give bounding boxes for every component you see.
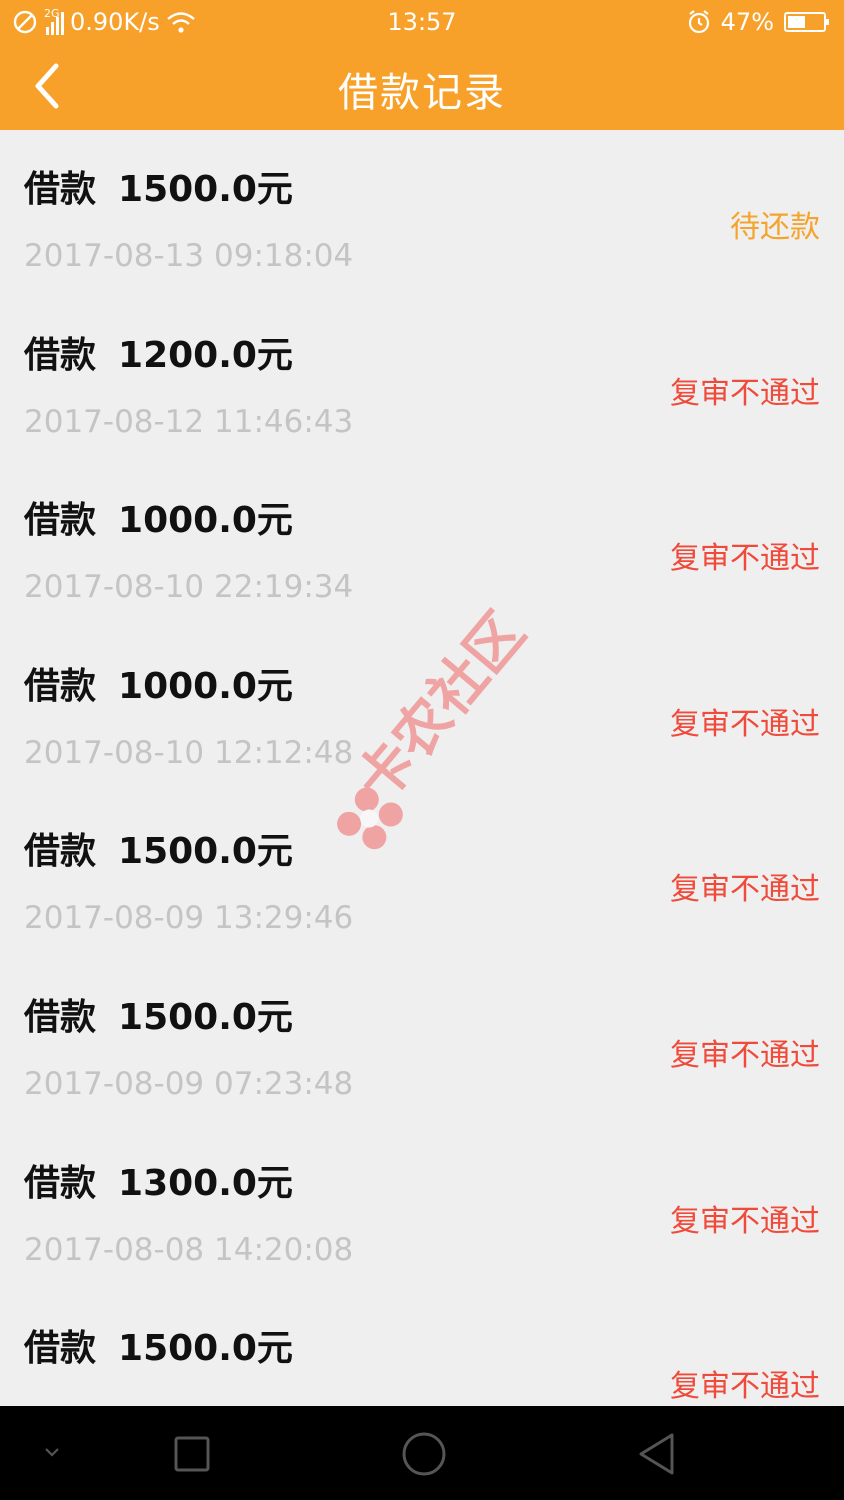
- record-label: 借款: [24, 169, 97, 210]
- battery-icon: [784, 12, 829, 32]
- record-status: 复审不通过: [670, 1203, 820, 1239]
- record-amount: 1500.0元: [118, 996, 293, 1038]
- loan-record-row[interactable]: 借款 1300.0元 2017-08-08 14:20:08 复审不通过: [0, 1124, 844, 1290]
- record-date: 2017-08-09 07:23:48: [24, 1065, 354, 1102]
- alarm-icon: [688, 10, 709, 34]
- record-amount: 1300.0元: [118, 1162, 293, 1204]
- loan-record-row[interactable]: 借款 1500.0元复审不通过: [0, 1289, 844, 1406]
- app-header: 2G 0.90K/s 13:57 47% 借款记录: [0, 0, 844, 130]
- record-title: 借款 1000.0元: [24, 491, 293, 543]
- record-label: 借款: [24, 334, 97, 376]
- loan-record-row[interactable]: 借款 1500.0元 2017-08-09 07:23:48 复审不通过: [0, 958, 844, 1124]
- page-title: 借款记录: [338, 70, 506, 116]
- record-label: 借款: [24, 665, 97, 707]
- record-status: 复审不通过: [670, 872, 820, 908]
- nav-recent-icon[interactable]: [174, 1436, 210, 1472]
- record-label: 借款: [24, 1162, 97, 1204]
- record-amount: 1000.0元: [118, 500, 293, 542]
- record-date: 2017-08-13 09:18:04: [24, 238, 354, 274]
- loan-record-list[interactable]: 借款 1500.0元 2017-08-13 09:18:04 待还款 借款 1200.0元…: [0, 130, 844, 1406]
- record-date: 2017-08-10 12:12:48: [24, 734, 354, 771]
- record-status: 复审不通过: [670, 1369, 820, 1405]
- record-date: 2017-08-12 11:46:43: [24, 403, 354, 440]
- record-status: 复审不通过: [670, 1037, 820, 1073]
- nav-down-icon[interactable]: [40, 1443, 64, 1461]
- record-title: 借款 1500.0元: [24, 160, 293, 212]
- loan-record-row[interactable]: 借款 1000.0元 2017-08-10 12:12:48 复审不通过: [0, 627, 844, 793]
- nav-home-icon[interactable]: [401, 1431, 447, 1477]
- loan-record-row[interactable]: 借款 1000.0元 2017-08-10 22:19:34 复审不通过: [0, 461, 844, 627]
- loan-record-row[interactable]: 借款 1200.0元 2017-08-12 11:46:43 复审不通过: [0, 296, 844, 462]
- record-status: 复审不通过: [670, 375, 820, 411]
- record-date: 2017-08-10 22:19:34: [24, 569, 354, 606]
- nav-back-icon[interactable]: [636, 1432, 678, 1476]
- record-label: 借款: [24, 500, 97, 542]
- record-title: 借款 1000.0元: [24, 657, 293, 709]
- record-date: 2017-08-08 14:20:08: [24, 1231, 354, 1268]
- record-title: 借款 1500.0元: [24, 988, 293, 1040]
- record-title: 借款 1200.0元: [24, 326, 293, 378]
- record-label: 借款: [24, 1328, 97, 1370]
- record-title: 借款 1300.0元: [24, 1154, 293, 1206]
- record-amount: 1500.0元: [118, 831, 293, 873]
- status-bar: 2G 0.90K/s 13:57 47%: [0, 0, 844, 46]
- record-date: 2017-08-09 13:29:46: [24, 900, 354, 937]
- record-amount: 1500.0元: [118, 169, 293, 210]
- loan-record-row[interactable]: 借款 1500.0元 2017-08-09 13:29:46 复审不通过: [0, 792, 844, 958]
- record-title: 借款 1500.0元: [24, 822, 293, 874]
- record-status: 待还款: [730, 210, 820, 245]
- system-nav-bar: [0, 1406, 844, 1500]
- record-amount: 1200.0元: [118, 334, 293, 376]
- record-status: 复审不通过: [670, 706, 820, 742]
- record-amount: 1000.0元: [118, 665, 293, 707]
- record-amount: 1500.0元: [118, 1328, 293, 1370]
- record-label: 借款: [24, 996, 97, 1038]
- loan-record-row[interactable]: 借款 1500.0元 2017-08-13 09:18:04 待还款: [0, 130, 844, 296]
- record-title: 借款 1500.0元: [24, 1319, 293, 1371]
- battery-percent: 47%: [720, 8, 774, 36]
- record-label: 借款: [24, 831, 97, 873]
- record-status: 复审不通过: [670, 541, 820, 577]
